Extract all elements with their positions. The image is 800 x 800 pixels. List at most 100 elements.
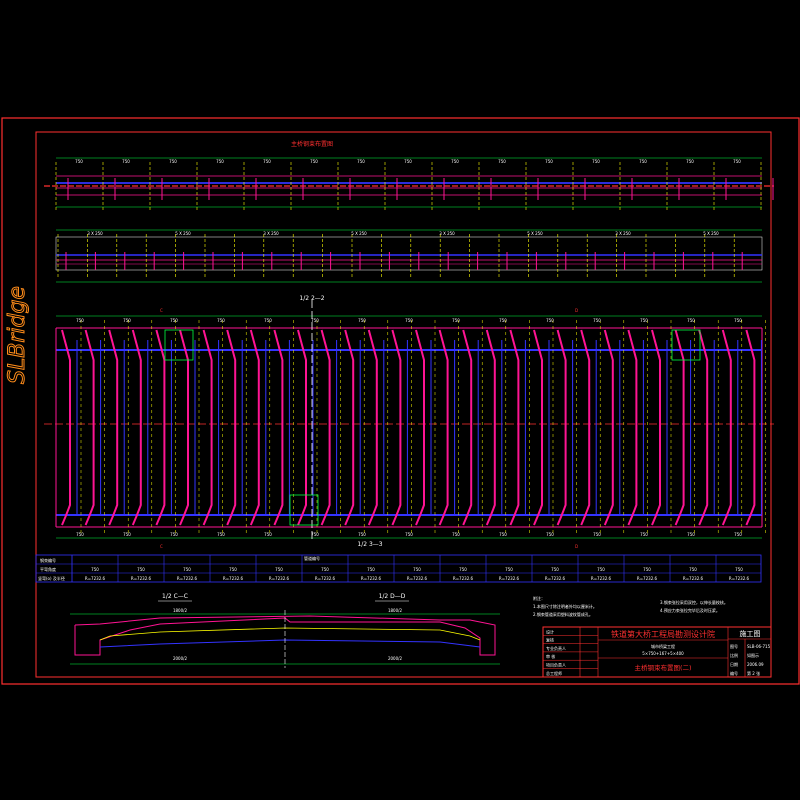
plan-dim-bottom: 750 [499,532,507,537]
watermark-group: SLBridge [5,286,31,385]
plan-dim-top: 750 [264,318,272,323]
table-cell-span: 750 [689,567,697,572]
plan-dim-top: 750 [499,318,507,323]
plan-tendon [320,329,331,526]
elev-top-dim: 750 [169,159,177,164]
plan-tendon [627,329,638,526]
table-cell-curve: R=7232.6 [177,576,198,581]
cross-section: 1/2 C—C 1/2 D—D 1800/2 1800/2 2000/2 200… [70,593,500,668]
plan-tendon [533,329,543,526]
plan-tendon [61,329,71,526]
plan-title: 主桥钢束布置图 [291,140,333,148]
table-cell-curve: R=7232.6 [407,576,428,581]
plan-tendon [273,329,284,526]
table-cell-span: 750 [551,567,559,572]
plan-dim-top: 750 [593,318,601,323]
table-cell-span: 750 [735,567,743,572]
table-cell-span: 750 [275,567,283,572]
project-line-2: 5×750+167+5×400 [642,651,684,656]
section-c-title: 1/2 C—C [162,593,188,600]
plan-dim-top: 750 [546,318,554,323]
table-cell-curve: R=7232.6 [223,576,244,581]
elev-top-dim: 750 [357,159,365,164]
plan-dim-top: 750 [217,318,225,323]
elev-top-dim: 750 [733,159,741,164]
plan-dim-top: 750 [123,318,131,323]
table-cell-curve: R=7232.6 [729,576,750,581]
plan-dim-top: 750 [452,318,460,323]
elevation-top: 750 750 750 750 750 750 750 750 750 750 750 750 750 7… [44,157,774,210]
plan-dim-top: 750 [405,318,413,323]
plan-dim-bottom: 750 [405,532,413,537]
elev-top-dim: 750 [639,159,647,164]
table-cell-curve: R=7232.6 [683,576,704,581]
plan-tendon [485,329,496,526]
plan-tendon [84,329,95,526]
table-cell-curve: R=7232.6 [637,576,658,581]
elev-mid-dim: 5 X 250 [351,231,367,236]
table-cell-curve: R=7232.6 [453,576,474,581]
plan-tendon [297,329,307,526]
project-line-1: 城市桥梁工程 [651,643,675,649]
table-cell-span: 750 [229,567,237,572]
plan-tendon [509,329,520,526]
plan-tendon [131,329,142,526]
plan-tendon [721,329,732,526]
note-3: 3.钢束张拉采用双控，以伸长量校核。 [660,599,728,605]
plan-dim-bottom: 750 [76,532,84,537]
drawing-title: 主桥钢束布置图(二) [634,663,691,672]
elev-top-dim: 750 [592,159,600,164]
plan-dim-bottom: 750 [358,532,366,537]
cut-marker-d-top: D [575,308,578,313]
tendon-table: 750 R=7232.6 750 R=7232.6 750 R=7232.6 750 R=72… [35,554,762,583]
section-label-3-3: 1/2 3—3 [357,541,382,548]
section-d-dim-top: 1800/2 [388,608,403,613]
plan-tendon [698,329,709,526]
cut-marker-c-top: C [160,308,163,313]
table-cell-curve: R=7232.6 [85,576,106,581]
plan-dim-top: 750 [734,318,742,323]
elev-top-dim: 750 [216,159,224,164]
plan-dim-bottom: 750 [123,532,131,537]
table-cell-curve: R=7232.6 [499,576,520,581]
table-row2-label: 竖弯(o) 及半径 [38,575,65,581]
note-1: 1.本图尺寸除注明者外均以厘米计。 [533,603,597,609]
elev-mid-dim: 3 X 250 [439,231,455,236]
tb-right-label-1: 比例 [730,652,738,658]
plan-tendon [415,329,425,526]
elev-mid-dim: 5 X 250 [703,231,719,236]
title-block: 设计复核专业负责人审 核项目负责人总工程师 铁道第大桥工程局勘测设计院 城市桥梁… [542,626,772,678]
tb-left-field: 总工程师 [546,670,562,676]
plan-dim-bottom: 750 [687,532,695,537]
section-c-dim-top: 1800/2 [173,608,188,613]
table-cell-span: 750 [367,567,375,572]
plan-dim-bottom: 750 [734,532,742,537]
plan-dim-bottom: 750 [452,532,460,537]
elev-top-dim: 750 [263,159,271,164]
plan-dim-top: 750 [311,318,319,323]
plan-tendon [651,329,661,526]
stage-label: 施工图 [740,629,761,638]
table-cell-curve: R=7232.6 [591,576,612,581]
plan-tendon [179,329,189,526]
plan-dim-top: 750 [358,318,366,323]
plan-tendon [438,329,449,526]
table-cell-span: 750 [505,567,513,572]
elevation-middle: 3 X 250 5 X 250 3 X 250 5 X 250 3 X 250 5 X 2… [55,229,763,283]
plan-tendon [155,329,166,526]
tb-right-value-1: 如图示 [747,652,759,658]
table-cell-span: 750 [321,567,329,572]
cad-drawing: SLBridge 主桥钢束布置图 750 750 750 750 750 750 750 75… [1,117,800,685]
elev-mid-dim: 5 X 250 [527,231,543,236]
plan-dim-top: 750 [170,318,178,323]
tb-left-field: 项目负责人 [546,662,566,668]
table-header-label: 钢束编号 [40,557,56,563]
plan-tendon [603,329,614,526]
table-cell-curve: R=7232.6 [545,576,566,581]
table-cell-curve: R=7232.6 [269,576,290,581]
plan-dim-bottom: 750 [311,532,319,537]
section-d-dim-bottom: 2000/2 [388,656,403,661]
plan-tendon [556,329,567,526]
tb-right-label-3: 编号 [730,670,738,676]
elev-top-dim: 750 [310,159,318,164]
